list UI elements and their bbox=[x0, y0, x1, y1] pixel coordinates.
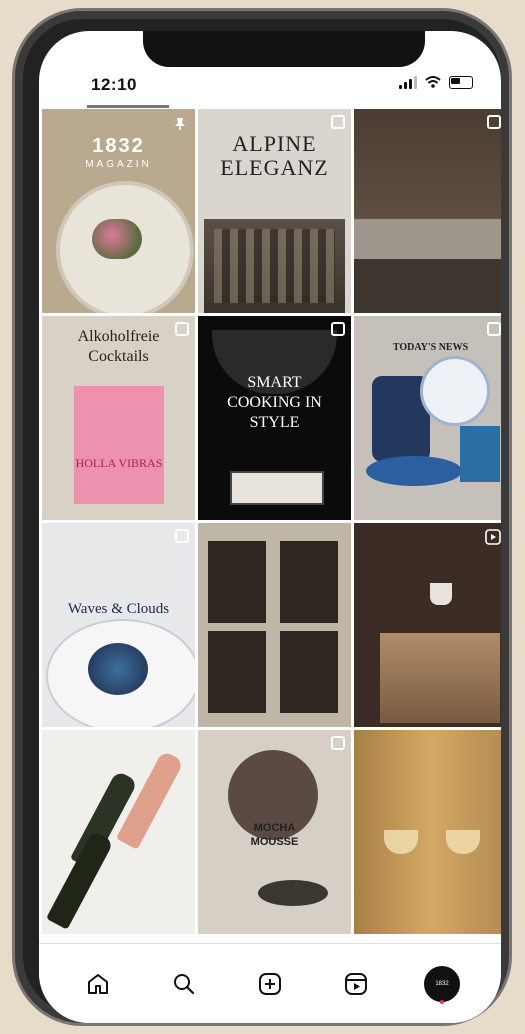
tile-title: SMART bbox=[247, 374, 302, 391]
multi-post-icon bbox=[175, 529, 189, 543]
status-underline bbox=[87, 105, 169, 108]
collage-image-1 bbox=[208, 541, 266, 623]
reel-icon bbox=[485, 529, 501, 545]
flower-image bbox=[92, 219, 142, 259]
home-icon bbox=[88, 973, 108, 994]
wave-plate-image bbox=[88, 643, 148, 695]
tab-create[interactable] bbox=[250, 964, 290, 1004]
glass-image-1 bbox=[384, 830, 418, 854]
add-post-icon bbox=[259, 972, 281, 995]
multi-post-icon bbox=[331, 736, 345, 750]
tile-title: 1832 bbox=[92, 135, 145, 157]
plate-image bbox=[420, 356, 490, 426]
profile-avatar: 1832 bbox=[424, 965, 460, 1002]
tile-title-2: Cocktails bbox=[88, 348, 149, 365]
post-grid: 1832 MAGAZIN ALPINE ELEGANZ Alkoholfreie… bbox=[42, 109, 501, 934]
grid-post-cocktails[interactable]: Alkoholfreie Cocktails HOLLA VIBRAS bbox=[42, 316, 195, 520]
tile-title-2: ELEGANZ bbox=[220, 155, 329, 180]
tile-subtitle: MAGAZIN bbox=[85, 159, 152, 170]
table-image bbox=[380, 633, 500, 723]
grid-post-todays-news[interactable]: TODAY'S NEWS bbox=[354, 316, 501, 520]
bottom-tab-bar: 1832 bbox=[39, 943, 501, 1023]
phone-frame: 12:10 1832 MAGAZIN ALPINE ELEGANZ Alkoho… bbox=[12, 8, 512, 1026]
grid-post-glasses[interactable] bbox=[354, 730, 501, 934]
multi-post-icon bbox=[175, 322, 189, 336]
cup-image bbox=[430, 583, 452, 605]
notch bbox=[143, 31, 425, 67]
book-title: HOLLA VIBRAS bbox=[75, 456, 163, 470]
grid-post-mocha-mousse[interactable]: MOCHA MOUSSE bbox=[198, 730, 351, 934]
grid-post-buffet[interactable] bbox=[354, 109, 501, 313]
status-icons bbox=[399, 75, 473, 89]
building-image bbox=[204, 219, 345, 313]
tab-profile[interactable]: 1832 bbox=[422, 964, 462, 1004]
reels-icon bbox=[345, 972, 367, 995]
counter-image bbox=[354, 219, 501, 259]
tile-title-2: MOUSSE bbox=[250, 836, 299, 848]
status-time: 12:10 bbox=[91, 75, 137, 94]
multi-post-icon bbox=[487, 322, 501, 336]
avatar-label: 1832 bbox=[435, 980, 449, 987]
phone-screen: 12:10 1832 MAGAZIN ALPINE ELEGANZ Alkoho… bbox=[39, 31, 501, 1023]
tab-search[interactable] bbox=[164, 964, 204, 1004]
counter-base-image bbox=[354, 259, 501, 313]
tile-title: TODAY'S NEWS bbox=[392, 342, 469, 353]
grid-post-smart-cooking[interactable]: SMART COOKING IN STYLE bbox=[198, 316, 351, 520]
grid-post-alpine-eleganz[interactable]: ALPINE ELEGANZ bbox=[198, 109, 351, 313]
bowl-image bbox=[258, 880, 328, 906]
book-cover-image: HOLLA VIBRAS bbox=[74, 386, 164, 504]
multi-post-icon bbox=[331, 115, 345, 129]
collage-image-2 bbox=[280, 541, 338, 623]
grid-post-coffee-table[interactable] bbox=[354, 523, 501, 727]
grid-post-waves-clouds[interactable]: Waves & Clouds bbox=[42, 523, 195, 727]
tile-title-2: COOKING IN bbox=[227, 394, 322, 411]
pin-icon bbox=[175, 118, 185, 130]
tile-title: MOCHA bbox=[253, 822, 296, 834]
book-image bbox=[460, 426, 500, 482]
tab-reels[interactable] bbox=[336, 964, 376, 1004]
battery-icon bbox=[449, 75, 473, 89]
tile-title-3: STYLE bbox=[249, 414, 300, 431]
collage-image-4 bbox=[280, 631, 338, 713]
search-icon bbox=[174, 973, 195, 994]
tile-title: Alkoholfreie bbox=[77, 328, 160, 345]
tab-home[interactable] bbox=[78, 964, 118, 1004]
tablet-image bbox=[230, 471, 324, 505]
multi-post-icon bbox=[487, 115, 501, 129]
grid-post-wine-bottles[interactable] bbox=[42, 730, 195, 934]
multi-post-icon bbox=[331, 322, 345, 336]
signal-icon bbox=[399, 75, 417, 89]
wifi-icon bbox=[425, 76, 441, 88]
tile-title: Waves & Clouds bbox=[67, 601, 170, 617]
grid-post-1832-magazin[interactable]: 1832 MAGAZIN bbox=[42, 109, 195, 313]
collage-image-3 bbox=[208, 631, 266, 713]
notification-dot bbox=[440, 999, 444, 1004]
grid-post-collage[interactable] bbox=[198, 523, 351, 727]
tile-title: ALPINE bbox=[232, 131, 317, 156]
glass-image-2 bbox=[446, 830, 480, 854]
bowl-image bbox=[366, 456, 462, 486]
